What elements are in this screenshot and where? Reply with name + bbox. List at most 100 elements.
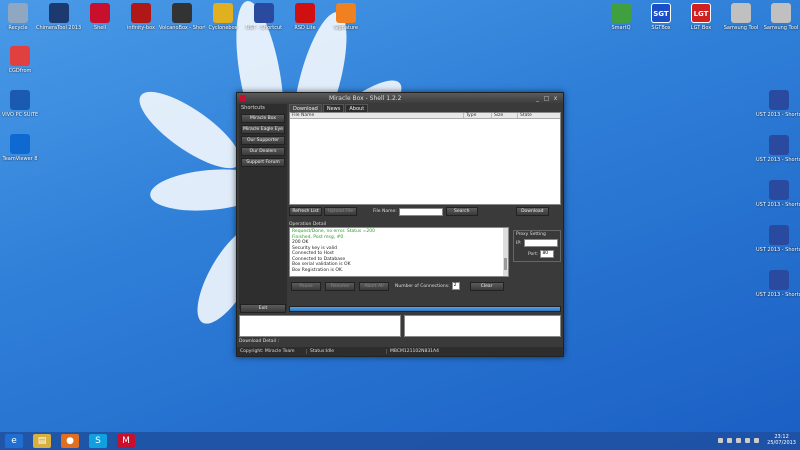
ip-input[interactable] — [523, 239, 558, 247]
close-button[interactable]: x — [551, 95, 560, 102]
clear-button[interactable]: Clear — [469, 281, 504, 291]
power-icon[interactable] — [754, 437, 760, 443]
desktop-shortcut[interactable]: TeamViewer 8 — [0, 134, 43, 162]
search-button[interactable]: Search — [445, 207, 478, 216]
desktop-shortcut[interactable]: ChimeraTool 2013 - Shortcut — [36, 3, 82, 31]
main-panel: Download News About File Name Type Size … — [289, 104, 563, 291]
desktop-shortcut[interactable]: VIVO PC SUITE — [0, 90, 43, 118]
desktop-shortcut[interactable]: UST - Shortcut — [241, 3, 287, 31]
operation-log[interactable]: Request/Done, no error. Status =200 Finis… — [289, 227, 509, 277]
file-name-input[interactable] — [398, 207, 443, 216]
port-label: Port: — [528, 251, 539, 257]
desktop-shortcut-label: CGDfrom — [8, 68, 32, 74]
firefox-icon[interactable]: ● — [61, 434, 79, 448]
desktop-shortcut[interactable]: UST 2013 - Shortcut — [756, 135, 800, 163]
abort-all-button[interactable]: Abort All — [359, 281, 389, 291]
desktop-shortcut-label: RSD Lite — [294, 25, 316, 31]
tab-about[interactable]: About — [345, 104, 369, 112]
chimera-icon — [49, 3, 69, 23]
desktop-shortcut-label: Samsung Tool — [763, 25, 799, 31]
pause-button[interactable]: Pause — [291, 281, 321, 291]
vivo-icon — [10, 90, 30, 110]
exit-button[interactable]: Exit — [240, 304, 286, 313]
skype-icon[interactable]: S — [89, 434, 107, 448]
shortcuts-sidebar: Shortcuts Miracle Box Miracle Eagle Eye … — [239, 104, 287, 309]
miracle-box-button[interactable]: Miracle Box — [241, 114, 285, 123]
desktop-shortcut[interactable]: Samsung Tool — [758, 3, 800, 31]
desktop-shortcut[interactable]: RSD Lite — [282, 3, 328, 31]
cgd-icon — [10, 46, 30, 66]
desktop-shortcut[interactable]: infinity-box — [118, 3, 164, 31]
column-size[interactable]: Size — [492, 113, 518, 118]
tab-download[interactable]: Download — [289, 104, 322, 112]
ust-icon — [769, 180, 789, 200]
file-list-header: File Name Type Size State — [290, 113, 560, 119]
volume-icon[interactable] — [745, 437, 751, 443]
title-bar[interactable]: Miracle Box - Shell 1.2.2 _ □ x — [237, 93, 563, 103]
desktop-shortcut[interactable]: Signature — [323, 3, 369, 31]
app-logo-icon — [240, 95, 246, 101]
column-file-name[interactable]: File Name — [290, 113, 464, 118]
column-state[interactable]: State — [518, 113, 560, 118]
ust-icon — [769, 90, 789, 110]
connections-label: Number of Connections: — [395, 283, 450, 289]
ip-label: IP: — [516, 240, 522, 246]
log-scrollbar[interactable] — [503, 228, 508, 276]
gear-icon — [771, 3, 791, 23]
status-bar: Copyright: Miracle Team Status:Idle MBCM… — [237, 347, 563, 356]
download-detail-label: Download Detail : — [239, 339, 280, 344]
desktop-shortcut[interactable]: UST 2013 - Shortcut — [756, 90, 800, 118]
operation-detail: Operation Detail Request/Done, no error.… — [289, 222, 511, 279]
smartq-icon — [611, 3, 631, 23]
desktop-shortcut-label: UST 2013 - Shortcut — [756, 112, 800, 118]
ust-icon — [254, 3, 274, 23]
maximize-button[interactable]: □ — [542, 95, 551, 102]
desktop-shortcut-label: VolcanoBox - Shortcut — [159, 25, 205, 31]
gear-icon — [731, 3, 751, 23]
resume-button[interactable]: Resume — [325, 281, 355, 291]
clock[interactable]: 23:12 25/07/2013 — [767, 434, 796, 446]
ie-icon[interactable]: e — [5, 434, 23, 448]
desktop-shortcut[interactable]: CGDfrom — [0, 46, 43, 74]
cyclone-icon — [213, 3, 233, 23]
desktop-shortcut-label: Cyclonebox — [208, 25, 238, 31]
upload-file-button[interactable]: Upload File — [324, 207, 357, 216]
flag-icon[interactable] — [736, 437, 742, 443]
desktop-shortcut[interactable]: Cyclonebox — [200, 3, 246, 31]
motorola-icon — [295, 3, 315, 23]
proxy-header: Proxy Setting — [516, 232, 546, 237]
shell-icon[interactable]: M — [117, 434, 135, 448]
our-supporter-button[interactable]: Our Supporter — [241, 136, 285, 145]
tab-news[interactable]: News — [322, 104, 345, 112]
infinity-icon — [131, 3, 151, 23]
tray-arrow-icon[interactable] — [718, 437, 724, 443]
explorer-icon[interactable]: ▤ — [33, 434, 51, 448]
support-forum-button[interactable]: Support Forum — [241, 158, 285, 167]
clock-date: 25/07/2013 — [767, 440, 796, 446]
download-button[interactable]: Download — [515, 207, 549, 216]
desktop-shortcut[interactable]: Recycle — [0, 3, 41, 31]
column-type[interactable]: Type — [464, 113, 492, 118]
minimize-button[interactable]: _ — [533, 95, 542, 102]
our-dealers-button[interactable]: Our Dealers — [241, 147, 285, 156]
desktop-shortcut-label: UST - Shortcut — [245, 25, 283, 31]
teamviewer-icon — [10, 134, 30, 154]
desktop-shortcut[interactable]: VolcanoBox - Shortcut — [159, 3, 205, 31]
file-list[interactable]: File Name Type Size State — [289, 112, 561, 205]
refresh-list-button[interactable]: Refresh List — [289, 207, 322, 216]
desktop-shortcut-label: UST 2013 - Shortcut — [756, 157, 800, 163]
shortcuts-header: Shortcuts — [241, 105, 265, 111]
connections-input[interactable]: 2 — [451, 282, 460, 290]
shell-icon — [90, 3, 110, 23]
desktop-shortcut-label: VIVO PC SUITE — [1, 112, 39, 118]
desktop-shortcut[interactable]: Shell — [77, 3, 123, 31]
desktop-shortcut[interactable]: UST 2013 - Shortcut — [756, 270, 800, 298]
desktop-shortcut[interactable]: UST 2013 - Shortcut — [756, 180, 800, 208]
network-icon[interactable] — [727, 437, 733, 443]
port-input[interactable]: 80 — [540, 250, 555, 258]
miracle-eagle-eye-button[interactable]: Miracle Eagle Eye — [241, 125, 285, 134]
desktop-shortcut-label: UST 2013 - Shortcut — [756, 247, 800, 253]
desktop-shortcut-label: ChimeraTool 2013 - Shortcut — [36, 25, 82, 31]
volcano-icon — [172, 3, 192, 23]
desktop-shortcut[interactable]: UST 2013 - Shortcut — [756, 225, 800, 253]
